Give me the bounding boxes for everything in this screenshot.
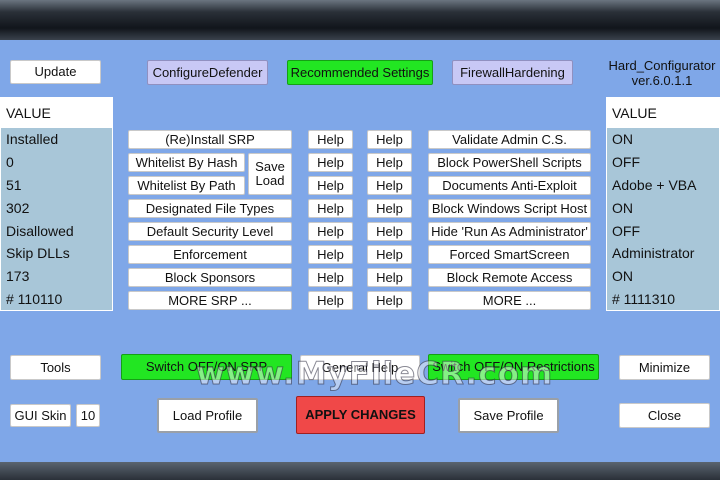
hide-run-as-administrator-button[interactable]: Hide 'Run As Administrator' [428,222,591,241]
block-windows-script-host-button[interactable]: Block Windows Script Host [428,199,591,218]
list-item: ON [612,199,633,216]
app-version: Hard_Configurator ver.6.0.1.1 [602,58,720,88]
tools-button[interactable]: Tools [10,355,101,380]
help-button[interactable]: Help [308,222,353,241]
list-item: OFF [612,154,640,171]
update-button[interactable]: Update [10,60,101,84]
apply-changes-button[interactable]: APPLY CHANGES [296,396,425,434]
reinstall-srp-button[interactable]: (Re)Install SRP [128,130,292,149]
forced-smartscreen-button[interactable]: Forced SmartScreen [428,245,591,264]
list-item: OFF [612,222,640,239]
list-item: 51 [6,176,22,193]
help-button[interactable]: Help [367,199,412,218]
help-button[interactable]: Help [367,268,412,287]
help-button[interactable]: Help [308,245,353,264]
load-profile-button[interactable]: Load Profile [157,398,258,433]
close-button[interactable]: Close [619,403,710,428]
switch-srp-button[interactable]: Switch OFF/ON SRP [121,354,292,380]
help-button[interactable]: Help [367,245,412,264]
help-button[interactable]: Help [308,291,353,310]
list-item: # 110110 [6,290,63,307]
list-item: ON [612,268,633,285]
list-item: Installed [6,131,59,148]
block-sponsors-button[interactable]: Block Sponsors [128,268,292,287]
version-number: ver.6.0.1.1 [631,73,693,88]
restriction-values-list[interactable]: VALUE ON OFF Adobe + VBA ON OFF Administ… [606,97,720,311]
help-button[interactable]: Help [308,130,353,149]
help-button[interactable]: Help [308,199,353,218]
minimize-button[interactable]: Minimize [619,355,710,380]
recommended-settings-button[interactable]: Recommended Settings [287,60,433,85]
block-powershell-scripts-button[interactable]: Block PowerShell Scripts [428,153,591,172]
general-help-button[interactable]: General Help [300,355,420,380]
help-button[interactable]: Help [367,291,412,310]
load-label: Load [255,173,285,188]
documents-anti-exploit-button[interactable]: Documents Anti-Exploit [428,176,591,195]
help-button[interactable]: Help [308,153,353,172]
help-button[interactable]: Help [367,130,412,149]
app-name: Hard_Configurator [608,58,716,73]
whitelist-by-hash-button[interactable]: Whitelist By Hash [128,153,245,172]
more-srp-button[interactable]: MORE SRP ... [128,291,292,310]
switch-restrictions-button[interactable]: Switch OFF/ON Restrictions [428,354,599,380]
default-security-level-button[interactable]: Default Security Level [128,222,292,241]
block-remote-access-button[interactable]: Block Remote Access [428,268,591,287]
save-profile-button[interactable]: Save Profile [458,398,559,433]
list-item: Skip DLLs [6,245,70,262]
help-button[interactable]: Help [367,222,412,241]
window-titlebar [0,0,720,40]
list-item: 302 [6,199,30,216]
list-item: 173 [6,268,30,285]
help-button[interactable]: Help [308,268,353,287]
list-item: Administrator [612,245,695,262]
help-button[interactable]: Help [367,176,412,195]
save-label: Save [255,159,285,174]
validate-admin-cs-button[interactable]: Validate Admin C.S. [428,130,591,149]
list-item: Disallowed [6,222,74,239]
enforcement-button[interactable]: Enforcement [128,245,292,264]
list-item: # 1111310 [612,290,676,307]
help-button[interactable]: Help [308,176,353,195]
more-restrictions-button[interactable]: MORE ... [428,291,591,310]
srp-values-list[interactable]: VALUE Installed 0 51 302 Disallowed Skip… [0,97,113,311]
window-bottom-border [0,462,720,480]
help-button[interactable]: Help [367,153,412,172]
list-item: 0 [6,154,14,171]
list-header: VALUE [607,98,719,128]
gui-skin-button[interactable]: GUI Skin [10,404,71,427]
gui-skin-value: 10 [76,404,100,427]
configure-defender-button[interactable]: ConfigureDefender [147,60,268,85]
whitelist-by-path-button[interactable]: Whitelist By Path [128,176,245,195]
firewall-hardening-button[interactable]: FirewallHardening [452,60,573,85]
save-load-whitelist-button[interactable]: Save Load [248,153,292,195]
list-header: VALUE [1,98,112,128]
designated-file-types-button[interactable]: Designated File Types [128,199,292,218]
list-item: ON [612,131,633,148]
list-item: Adobe + VBA [612,176,697,193]
